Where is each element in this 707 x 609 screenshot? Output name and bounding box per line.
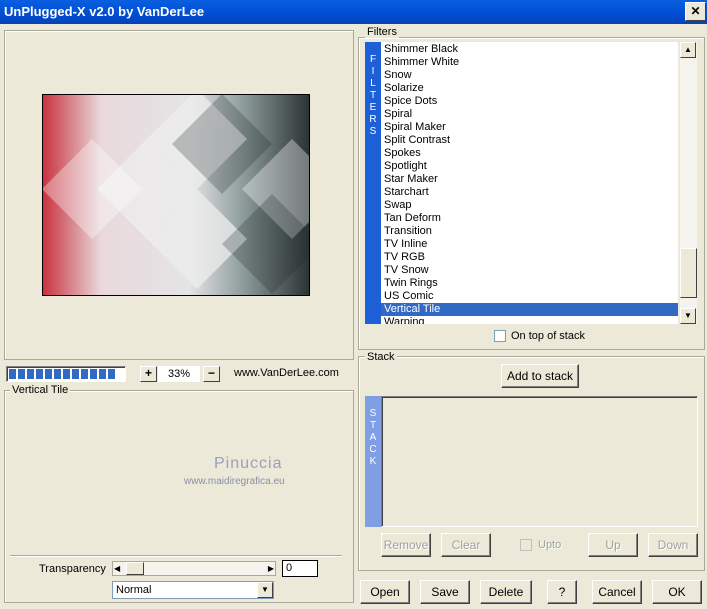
- list-item[interactable]: Solarize: [381, 82, 678, 95]
- zoom-level: 33%: [158, 366, 200, 382]
- chevron-down-icon[interactable]: ▼: [257, 582, 273, 598]
- close-icon[interactable]: ✕: [685, 2, 706, 21]
- stack-group-label: Stack: [365, 351, 397, 363]
- slider-right-icon[interactable]: ▶: [268, 564, 274, 573]
- blend-mode-value: Normal: [116, 584, 152, 596]
- transparency-slider[interactable]: ◀ ▶: [112, 561, 276, 576]
- help-button[interactable]: ?: [547, 580, 577, 604]
- list-item[interactable]: Spice Dots: [381, 95, 678, 108]
- scroll-down-icon[interactable]: ▼: [680, 308, 696, 324]
- list-item[interactable]: Twin Rings: [381, 277, 678, 290]
- stack-strip: S T A C K: [365, 396, 381, 527]
- zoom-out-button[interactable]: −: [203, 366, 220, 382]
- upto-checkbox[interactable]: [520, 539, 532, 551]
- progress-bar: [6, 366, 126, 382]
- add-to-stack-button[interactable]: Add to stack: [501, 364, 579, 388]
- on-top-checkbox[interactable]: [494, 330, 506, 342]
- clear-button[interactable]: Clear: [441, 533, 491, 557]
- on-top-label: On top of stack: [511, 330, 585, 342]
- preview-image: [42, 94, 310, 296]
- preview-panel: [4, 30, 354, 360]
- list-item[interactable]: Warping: [381, 316, 678, 324]
- slider-left-icon[interactable]: ◀: [114, 564, 120, 573]
- zoom-in-button[interactable]: +: [140, 366, 157, 382]
- ok-button[interactable]: OK: [652, 580, 702, 604]
- filters-group-label: Filters: [365, 26, 399, 38]
- list-item[interactable]: Transition: [381, 225, 678, 238]
- window-title: UnPlugged-X v2.0 by VanDerLee: [4, 4, 205, 19]
- list-item[interactable]: Split Contrast: [381, 134, 678, 147]
- slider-thumb[interactable]: [126, 562, 144, 575]
- up-button[interactable]: Up: [588, 533, 638, 557]
- list-item[interactable]: Shimmer White: [381, 56, 678, 69]
- list-item[interactable]: TV Snow: [381, 264, 678, 277]
- watermark-url: www.maidiregrafica.eu: [184, 476, 285, 487]
- transparency-separator: [10, 555, 342, 557]
- scroll-up-icon[interactable]: ▲: [680, 42, 696, 58]
- blend-mode-select[interactable]: Normal ▼: [112, 581, 274, 599]
- delete-button[interactable]: Delete: [480, 580, 532, 604]
- title-bar: UnPlugged-X v2.0 by VanDerLee ✕: [0, 0, 707, 24]
- down-button[interactable]: Down: [648, 533, 698, 557]
- list-item[interactable]: Tan Deform: [381, 212, 678, 225]
- transparency-input[interactable]: 0: [282, 560, 318, 577]
- remove-button[interactable]: Remove: [381, 533, 431, 557]
- list-item[interactable]: Spiral Maker: [381, 121, 678, 134]
- transparency-label: Transparency: [39, 563, 106, 575]
- filter-settings-label: Vertical Tile: [10, 384, 71, 396]
- list-item[interactable]: Starchart: [381, 186, 678, 199]
- list-item[interactable]: Spotlight: [381, 160, 678, 173]
- cancel-button[interactable]: Cancel: [592, 580, 642, 604]
- list-item[interactable]: Spokes: [381, 147, 678, 160]
- filters-scrollbar[interactable]: ▲ ▼: [680, 42, 697, 324]
- list-item[interactable]: Shimmer Black: [381, 43, 678, 56]
- watermark-name: Pinuccia: [214, 455, 283, 472]
- open-button[interactable]: Open: [360, 580, 410, 604]
- list-item[interactable]: Spiral: [381, 108, 678, 121]
- list-item[interactable]: Star Maker: [381, 173, 678, 186]
- filters-list[interactable]: Shimmer Black Shimmer White Snow Solariz…: [381, 42, 678, 324]
- upto-label: Upto: [538, 539, 562, 551]
- list-item[interactable]: TV Inline: [381, 238, 678, 251]
- list-item[interactable]: US Comic: [381, 290, 678, 303]
- filters-strip: F I L T E R S: [365, 42, 381, 324]
- list-item-selected[interactable]: Vertical Tile: [381, 303, 678, 316]
- list-item[interactable]: Swap: [381, 199, 678, 212]
- stack-list[interactable]: [381, 396, 698, 527]
- list-item[interactable]: TV RGB: [381, 251, 678, 264]
- save-button[interactable]: Save: [420, 580, 470, 604]
- list-item[interactable]: Snow: [381, 69, 678, 82]
- scrollbar-thumb[interactable]: [680, 248, 697, 298]
- website-link[interactable]: www.VanDerLee.com: [234, 367, 339, 379]
